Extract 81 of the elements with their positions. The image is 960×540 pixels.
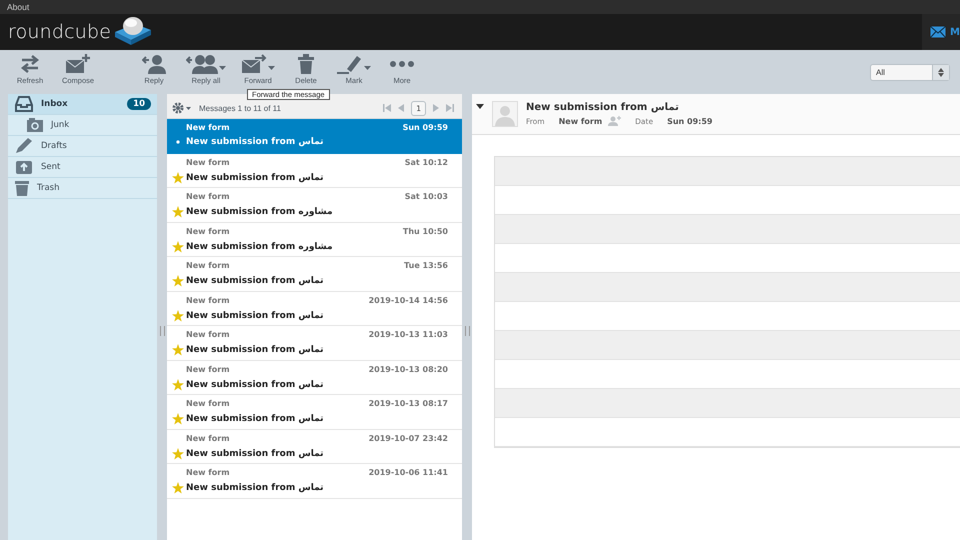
sender-name: New form (186, 123, 230, 132)
sender-name: New form (186, 158, 230, 166)
envelope-icon (930, 26, 946, 38)
mail-task-button[interactable]: M (922, 14, 960, 50)
message-subject: New submission from تماس (186, 414, 324, 424)
star-icon[interactable] (172, 310, 184, 322)
message-date: Sat 10:03 (404, 192, 448, 201)
message-subject: New submission from مشاوره (186, 207, 333, 217)
outbox-tray-icon (15, 159, 33, 175)
message-count: Messages 1 to 11 of 11 (199, 104, 281, 112)
message-date: 2019-10-07 23:42 (368, 434, 448, 442)
swap-arrows-icon (20, 55, 40, 73)
trash-icon (298, 54, 314, 74)
folder-item[interactable]: Drafts (8, 136, 157, 157)
about-link[interactable]: About (7, 2, 30, 12)
star-icon[interactable] (172, 206, 184, 218)
gear-icon[interactable] (172, 102, 192, 114)
sender-name: New form (186, 192, 230, 201)
inbox-tray-icon (15, 96, 33, 112)
star-icon[interactable] (172, 275, 184, 287)
star-icon[interactable] (172, 240, 184, 252)
message-subject: New submission from تماس (186, 276, 324, 286)
dots-icon (390, 60, 414, 68)
unread-count: 10 (127, 98, 151, 110)
message-date: 2019-10-13 11:03 (368, 330, 448, 339)
message-subject: New submission from تماس (186, 483, 324, 493)
person-reply-icon (142, 54, 166, 74)
message-date: Tue 13:56 (404, 261, 448, 270)
envelope-plus-icon (65, 54, 91, 74)
sender-name[interactable]: New form (558, 116, 602, 126)
last-page-icon[interactable] (446, 104, 454, 112)
cube-logo-icon (113, 14, 154, 46)
dot-icon (176, 140, 180, 144)
star-icon[interactable] (172, 172, 184, 184)
sender-name: New form (186, 226, 230, 236)
avatar-silhouette-icon (492, 101, 518, 127)
trash-icon (15, 180, 29, 196)
folder-item[interactable]: Inbox 10 (8, 94, 157, 115)
message-subject: New submission from تماس (186, 448, 324, 458)
message-date: Sun 09:59 (667, 116, 712, 126)
envelope-arrow-icon (241, 54, 267, 74)
star-icon[interactable] (172, 344, 184, 356)
collapse-caret-icon[interactable] (476, 104, 484, 109)
previous-page-icon[interactable] (398, 104, 404, 112)
message-subject: New submission from تماس (526, 102, 680, 113)
message-date: 2019-10-13 08:17 (368, 399, 448, 408)
sender-name: New form (186, 296, 230, 304)
spinner-arrows-icon (938, 68, 944, 76)
pencil-icon (15, 138, 33, 154)
star-icon[interactable] (172, 482, 184, 494)
sender-name: New form (186, 399, 230, 408)
message-subject: New submission from مشاوره (186, 242, 333, 252)
folder-item[interactable]: Junk (8, 115, 157, 136)
sender-name: New form (186, 330, 230, 339)
message-subject: New submission from تماس (186, 137, 324, 147)
message-subject: New submission from تماس (186, 345, 324, 355)
star-icon[interactable] (172, 448, 184, 460)
logo-text: roundcube (8, 21, 112, 43)
people-reply-icon (186, 54, 218, 74)
message-date: 2019-10-06 11:41 (368, 468, 448, 477)
sender-name: New form (186, 434, 230, 442)
message-date: Thu 10:50 (402, 226, 448, 236)
star-icon[interactable] (172, 413, 184, 425)
message-subject: New submission from تماس (186, 172, 324, 182)
message-date: 2019-10-13 08:20 (368, 364, 448, 374)
folder-item[interactable]: Trash (8, 178, 157, 199)
next-page-icon[interactable] (433, 104, 439, 112)
message-date: 2019-10-14 14:56 (368, 296, 448, 304)
first-page-icon[interactable] (383, 104, 392, 112)
sender-name: New form (186, 468, 230, 477)
folder-item[interactable]: Sent (8, 157, 157, 178)
add-contact-icon[interactable] (608, 116, 622, 126)
message-subject: New submission from تماس (186, 310, 324, 320)
filter-select[interactable]: All (870, 64, 950, 80)
pen-icon (337, 54, 363, 74)
message-subject: New submission from تماس (186, 380, 324, 390)
sender-name: New form (186, 261, 230, 270)
star-icon[interactable] (172, 378, 184, 390)
sender-name: New form (186, 364, 230, 374)
message-date: Sun 09:59 (402, 123, 448, 132)
message-date: Sat 10:12 (404, 158, 448, 166)
